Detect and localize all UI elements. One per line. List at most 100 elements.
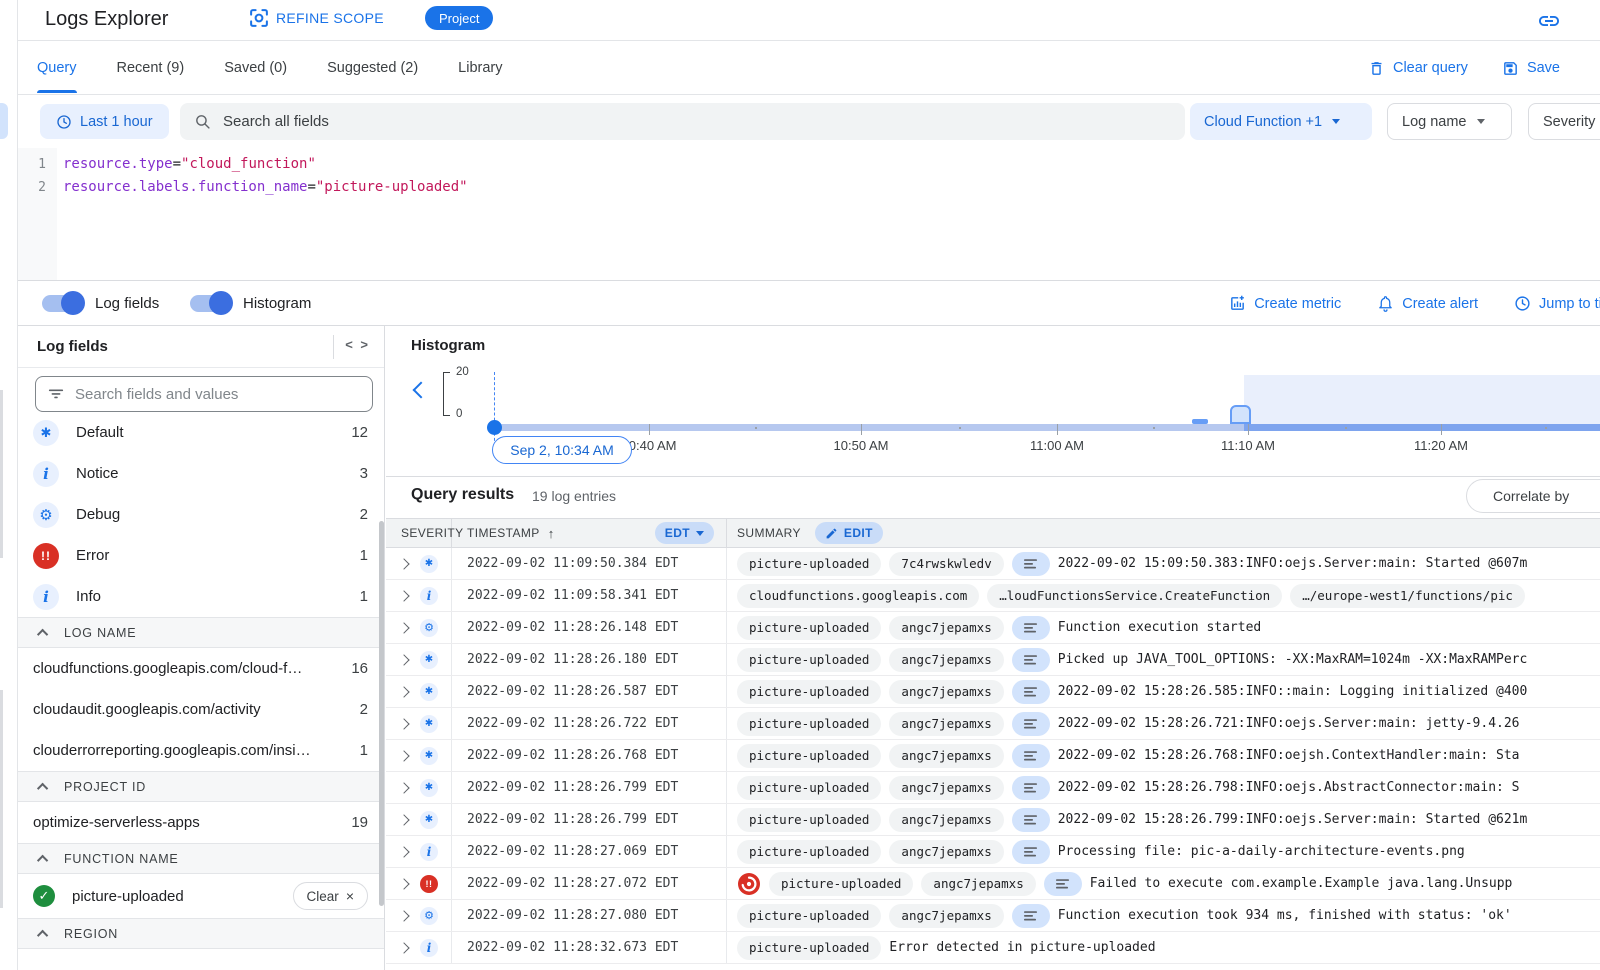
sort-ascending-icon[interactable]: ↑ [548, 526, 555, 541]
panel-scrollbar[interactable] [379, 521, 384, 906]
expand-summary-icon[interactable] [1012, 616, 1050, 640]
share-link-icon[interactable] [1536, 8, 1562, 34]
log-entry-row[interactable]: 2022-09-02 11:28:26.587 EDT picture-uplo… [386, 676, 1600, 708]
histogram-bar[interactable] [1230, 405, 1251, 424]
log-entry-row[interactable]: 2022-09-02 11:28:26.180 EDT picture-uplo… [386, 644, 1600, 676]
jump-to-time-button[interactable]: Jump to time [1514, 295, 1600, 312]
expand-row-icon[interactable] [398, 686, 409, 697]
resource-filter-chip[interactable]: Cloud Function +1 [1190, 103, 1372, 140]
edit-summary-chip[interactable]: EDIT [815, 522, 883, 544]
log-chip[interactable]: 7c4rwskwledv [889, 552, 1003, 576]
function-name-item[interactable]: ✓ picture-uploaded Clear × [18, 874, 384, 918]
log-name-item[interactable]: cloudfunctions.googleapis.com/cloud-f… 1… [18, 648, 384, 689]
log-chip[interactable]: cloudfunctions.googleapis.com [737, 584, 979, 608]
log-chip[interactable]: picture-uploaded [737, 936, 881, 960]
severity-field-item[interactable]: Debug 2 [18, 494, 384, 535]
severity-field-item[interactable]: Error 1 [18, 535, 384, 576]
expand-row-icon[interactable] [398, 654, 409, 665]
expand-row-icon[interactable] [398, 910, 409, 921]
log-entry-row[interactable]: 2022-09-02 11:28:27.080 EDT picture-uplo… [386, 900, 1600, 932]
expand-row-icon[interactable] [398, 590, 409, 601]
tab[interactable]: Suggested (2) [327, 41, 418, 95]
log-entry-row[interactable]: 2022-09-02 11:28:32.673 EDT picture-uplo… [386, 932, 1600, 964]
timestamp-column-header[interactable]: TIMESTAMP ↑ EDT [452, 519, 727, 547]
log-entry-row[interactable]: 2022-09-02 11:28:26.799 EDT picture-uplo… [386, 804, 1600, 836]
log-chip[interactable]: angc7jepamxs [889, 744, 1003, 768]
histogram-bar[interactable] [1192, 419, 1208, 424]
log-entry-row[interactable]: 2022-09-02 11:28:26.768 EDT picture-uplo… [386, 740, 1600, 772]
severity-field-item[interactable]: Default 12 [18, 412, 384, 453]
log-name-filter-chip[interactable]: Log name [1387, 103, 1512, 140]
project-scope-badge[interactable]: Project [425, 6, 493, 30]
scroll-left-icon[interactable] [413, 382, 430, 399]
expand-row-icon[interactable] [398, 718, 409, 729]
log-entry-row[interactable]: 2022-09-02 11:28:26.722 EDT picture-uplo… [386, 708, 1600, 740]
log-name-item[interactable]: clouderrorreporting.googleapis.com/insi…… [18, 730, 384, 771]
clear-filter-button[interactable]: Clear × [293, 882, 368, 910]
panel-collapse-icon[interactable]: < > [345, 337, 370, 352]
log-chip[interactable]: picture-uploaded [737, 680, 881, 704]
severity-field-item[interactable]: Notice 3 [18, 453, 384, 494]
section-function-name[interactable]: FUNCTION NAME [18, 843, 384, 874]
log-chip[interactable]: picture-uploaded [737, 840, 881, 864]
search-all-fields[interactable] [180, 103, 1185, 140]
log-entry-row[interactable]: 2022-09-02 11:09:50.384 EDT picture-uplo… [386, 548, 1600, 580]
log-entry-row[interactable]: 2022-09-02 11:28:26.799 EDT picture-uplo… [386, 772, 1600, 804]
expand-summary-icon[interactable] [1012, 648, 1050, 672]
log-chip[interactable]: picture-uploaded [737, 616, 881, 640]
expand-row-icon[interactable] [398, 622, 409, 633]
log-chip[interactable]: …loudFunctionsService.CreateFunction [987, 584, 1282, 608]
refine-scope-button[interactable]: REFINE SCOPE [250, 9, 384, 27]
histogram-selected-time[interactable]: Sep 2, 10:34 AM [492, 436, 632, 464]
log-fields-toggle[interactable] [42, 295, 82, 312]
histogram-toggle[interactable] [190, 295, 230, 312]
expand-summary-icon[interactable] [1012, 840, 1050, 864]
expand-row-icon[interactable] [398, 558, 409, 569]
log-chip[interactable]: picture-uploaded [737, 904, 881, 928]
section-region[interactable]: REGION [18, 918, 384, 949]
expand-summary-icon[interactable] [1012, 744, 1050, 768]
log-chip[interactable]: picture-uploaded [737, 776, 881, 800]
section-project-id[interactable]: PROJECT ID [18, 771, 384, 802]
log-chip[interactable]: picture-uploaded [769, 872, 913, 896]
expand-row-icon[interactable] [398, 878, 409, 889]
timezone-chip[interactable]: EDT [655, 522, 714, 544]
fields-search-box[interactable] [35, 376, 373, 412]
expand-row-icon[interactable] [398, 942, 409, 953]
log-chip[interactable]: …/europe-west1/functions/pic [1290, 584, 1525, 608]
query-editor[interactable]: 1 resource.type="cloud_function" 2 resou… [18, 148, 1600, 281]
log-chip[interactable]: angc7jepamxs [889, 776, 1003, 800]
log-entry-row[interactable]: 2022-09-02 11:28:27.072 EDT picture-uplo… [386, 868, 1600, 900]
log-chip[interactable]: angc7jepamxs [889, 712, 1003, 736]
expand-row-icon[interactable] [398, 782, 409, 793]
expand-summary-icon[interactable] [1012, 776, 1050, 800]
clear-query-button[interactable]: Clear query [1368, 60, 1468, 77]
log-chip[interactable]: angc7jepamxs [889, 808, 1003, 832]
log-chip[interactable]: picture-uploaded [737, 648, 881, 672]
time-scrubber-handle[interactable] [487, 420, 502, 435]
log-chip[interactable]: angc7jepamxs [889, 616, 1003, 640]
tab[interactable]: Saved (0) [224, 41, 287, 95]
create-metric-button[interactable]: Create metric [1229, 295, 1341, 312]
expand-row-icon[interactable] [398, 750, 409, 761]
log-chip[interactable]: angc7jepamxs [889, 840, 1003, 864]
expand-summary-icon[interactable] [1012, 552, 1050, 576]
tab[interactable]: Query [37, 41, 77, 95]
correlate-by-button[interactable]: Correlate by [1466, 479, 1600, 513]
log-chip[interactable]: angc7jepamxs [889, 680, 1003, 704]
expand-summary-icon[interactable] [1012, 904, 1050, 928]
log-chip[interactable]: picture-uploaded [737, 808, 881, 832]
tab[interactable]: Recent (9) [117, 41, 185, 95]
log-chip[interactable]: picture-uploaded [737, 744, 881, 768]
error-reporting-icon[interactable] [737, 872, 761, 896]
project-id-item[interactable]: optimize-serverless-apps 19 [18, 802, 384, 843]
fields-search-input[interactable] [75, 386, 360, 403]
log-entry-row[interactable]: 2022-09-02 11:09:58.341 EDT cloudfunctio… [386, 580, 1600, 612]
save-button[interactable]: Save [1502, 60, 1560, 77]
tab[interactable]: Library [458, 41, 502, 95]
log-name-item[interactable]: cloudaudit.googleapis.com/activity 2 [18, 689, 384, 730]
expand-summary-icon[interactable] [1012, 680, 1050, 704]
severity-column-header[interactable]: SEVERITY [386, 519, 452, 547]
log-chip[interactable]: angc7jepamxs [921, 872, 1035, 896]
log-chip[interactable]: picture-uploaded [737, 712, 881, 736]
